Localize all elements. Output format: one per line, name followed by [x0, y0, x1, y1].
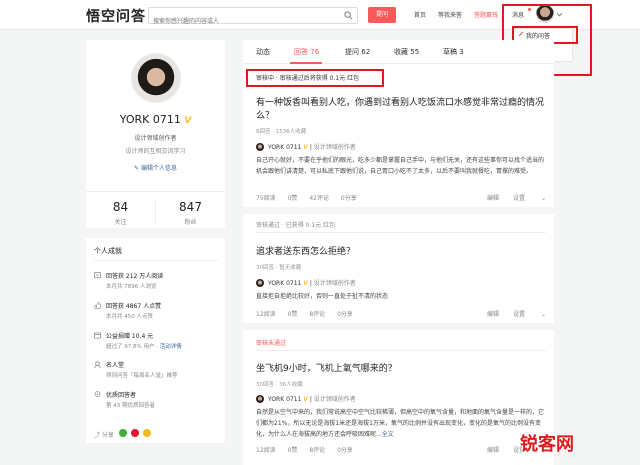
- verified-badge: V: [184, 116, 192, 126]
- tab-answers[interactable]: 回答 76: [294, 47, 319, 57]
- search-input[interactable]: [149, 14, 339, 29]
- question-meta: 30回答 · 36人收藏: [256, 382, 303, 388]
- nav-to-answer[interactable]: 等我来答: [438, 10, 462, 19]
- author-avatar: [256, 143, 264, 151]
- answer-body[interactable]: 自己开心就好，不要在乎他们的眼光，吃多少都是掌握自己手中，与他们无关，还有这些事…: [256, 155, 546, 177]
- tab-favorites[interactable]: 收藏 55: [394, 47, 419, 57]
- answer-footer: 12阅读 0赞 8评论 0分享 编辑 设置 ⌄: [256, 445, 546, 454]
- chevron-down-icon[interactable]: ⌄: [541, 195, 546, 202]
- verified-badge: V: [303, 144, 308, 151]
- share-icons: [119, 429, 151, 437]
- answer-footer: 75阅读 0赞 42评论 0分享 编辑 设置 ⌄: [256, 193, 546, 202]
- divider: [256, 232, 546, 233]
- author-avatar: [256, 395, 264, 403]
- followers-stat[interactable]: 847 粉丝: [156, 200, 225, 226]
- author-avatar: [256, 279, 264, 287]
- search-icon[interactable]: [344, 11, 353, 20]
- divider: [243, 207, 554, 214]
- divider: [86, 191, 225, 192]
- comment-button[interactable]: 8评论: [309, 447, 325, 454]
- share-label: ⤴ 分享: [94, 432, 114, 439]
- edit-button[interactable]: 编辑: [487, 311, 499, 318]
- coin-icon: [94, 332, 101, 339]
- qzone-icon[interactable]: [143, 429, 151, 437]
- question-title[interactable]: 坐飞机9小时，飞机上氧气哪来的？: [256, 363, 546, 376]
- edit-profile-link[interactable]: ✎ 编辑个人信息: [86, 163, 225, 172]
- read-more-link[interactable]: 全文: [382, 431, 394, 438]
- following-stat[interactable]: 84 关注: [86, 200, 155, 226]
- review-status: 审核未通过: [256, 340, 287, 347]
- profile-avatar: [131, 53, 181, 103]
- profile-title: 设计领域创作者: [134, 135, 177, 142]
- review-status: 审核通过 · 已获得 0.1元 红包: [256, 222, 336, 229]
- ask-question-button[interactable]: 提问: [368, 7, 396, 23]
- share-button[interactable]: 0分享: [337, 311, 353, 318]
- share-icon: ⤴: [94, 432, 102, 439]
- like-button[interactable]: 0赞: [288, 447, 298, 454]
- read-count: 12阅读: [256, 447, 276, 454]
- question-title[interactable]: 追求者送东西怎么拒绝？: [256, 246, 546, 259]
- divider: [94, 260, 218, 261]
- question-meta: 8回答 · 1536人收藏: [256, 129, 307, 135]
- wechat-icon[interactable]: [119, 429, 127, 437]
- divider: [243, 323, 554, 330]
- comment-button[interactable]: 42评论: [309, 195, 329, 202]
- answer-body[interactable]: 自然是从空气中来的，我们常说高空中空气比较稀薄，但高空中的氧气含量，和地面的氧气…: [256, 407, 546, 440]
- settings-button[interactable]: 设置: [513, 195, 525, 202]
- tab-activity[interactable]: 动态: [256, 47, 270, 57]
- answer-author[interactable]: YORK 0711 V | 设计领域创作者: [256, 394, 356, 403]
- medal-icon: [94, 391, 101, 397]
- share-button[interactable]: 0分享: [341, 195, 357, 202]
- read-count: 75阅读: [256, 195, 276, 202]
- profile-description: 设计师的互相交流学习: [125, 148, 186, 155]
- edit-button[interactable]: 编辑: [487, 447, 499, 454]
- achievements-title: 个人成就: [94, 247, 122, 255]
- thumbs-up-icon: [94, 302, 101, 309]
- verified-badge: V: [303, 396, 308, 403]
- site-logo[interactable]: 悟空问答: [86, 6, 146, 26]
- badge-icon: [94, 361, 101, 368]
- chevron-down-icon[interactable]: ⌄: [541, 311, 546, 318]
- nav-answer-earn[interactable]: 答题赢钱: [474, 10, 498, 19]
- tab-questions[interactable]: 提问 62: [345, 47, 370, 57]
- settings-button[interactable]: 设置: [513, 311, 525, 318]
- answer-icon: [94, 272, 101, 279]
- question-meta: 30回答 · 暂无收藏: [256, 265, 302, 271]
- profile-name: YORK 0711 V: [119, 113, 192, 126]
- share-button[interactable]: 0分享: [337, 447, 353, 454]
- verified-badge: V: [303, 280, 308, 287]
- comment-button[interactable]: 8评论: [309, 311, 325, 318]
- active-tab-indicator: [290, 62, 322, 64]
- like-button[interactable]: 0赞: [288, 195, 298, 202]
- achievements-card: [86, 238, 225, 443]
- like-button[interactable]: 0赞: [288, 311, 298, 318]
- highlight-box-pending: [246, 69, 384, 87]
- answer-footer: 12阅读 0赞 8评论 0分享 编辑 设置 ⌄: [256, 309, 546, 318]
- read-count: 12阅读: [256, 311, 276, 318]
- activity-details-link[interactable]: 活动详情: [160, 344, 182, 350]
- edit-button[interactable]: 编辑: [487, 195, 499, 202]
- question-title[interactable]: 有一种饭香叫看别人吃，你遇到过看别人吃饭流口水感觉非常过瘾的情况么？: [256, 97, 546, 123]
- watermark: 锐客网: [520, 434, 574, 455]
- tab-drafts[interactable]: 草稿 3: [443, 47, 464, 57]
- divider: [256, 350, 546, 351]
- pencil-icon: ✎: [134, 165, 141, 172]
- answer-body[interactable]: 直接拒自拒绝比较好，否则一直处于扯不清的状态: [256, 291, 546, 302]
- answer-author[interactable]: YORK 0711 V | 设计领域创作者: [256, 278, 356, 287]
- answer-author[interactable]: YORK 0711 V | 设计领域创作者: [256, 142, 356, 151]
- weibo-icon[interactable]: [131, 429, 139, 437]
- search-box[interactable]: [148, 7, 358, 29]
- nav-home[interactable]: 首页: [414, 10, 426, 19]
